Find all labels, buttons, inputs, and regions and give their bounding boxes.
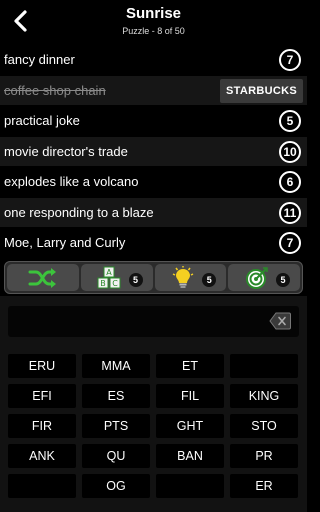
- clue-row[interactable]: fancy dinner 7: [0, 45, 307, 76]
- letter-tile[interactable]: OG: [82, 474, 150, 498]
- clue-text: one responding to a blaze: [4, 204, 154, 220]
- letter-count-badge: 7: [279, 232, 301, 254]
- solved-answer: STARBUCKS: [220, 78, 303, 103]
- clue-text: movie director's trade: [4, 143, 128, 159]
- letter-tile[interactable]: KING: [230, 384, 298, 408]
- letter-tiles: ERU MMA ET EFI ES FIL KING FIR PTS GHT S…: [8, 354, 299, 504]
- empty-tile: [156, 474, 224, 498]
- clue-list: fancy dinner 7 coffee shop chain STARBUC…: [0, 45, 307, 259]
- lightbulb-icon: [173, 265, 194, 288]
- answer-input[interactable]: [8, 306, 299, 337]
- svg-text:A: A: [106, 268, 112, 277]
- clue-row[interactable]: movie director's trade 10: [0, 136, 307, 167]
- hint-bulb-button[interactable]: 5: [154, 264, 227, 291]
- letter-blocks-icon: A B C: [97, 266, 121, 288]
- page-title: Sunrise: [125, 5, 182, 22]
- solve-target-button[interactable]: 5: [228, 264, 300, 291]
- tile-row: ANK QU BAN PR: [8, 444, 299, 468]
- letter-tile[interactable]: PR: [230, 444, 298, 468]
- shuffle-icon: [28, 267, 56, 288]
- clue-row[interactable]: explodes like a volcano 6: [0, 167, 307, 198]
- letter-tile[interactable]: ET: [156, 354, 224, 378]
- clue-text: fancy dinner: [4, 52, 75, 67]
- letter-blocks-button[interactable]: A B C 5: [80, 264, 153, 291]
- clear-input-button[interactable]: [269, 312, 291, 330]
- letter-tile[interactable]: STO: [230, 414, 298, 438]
- letter-count-badge: 10: [279, 140, 301, 163]
- empty-tile: [230, 354, 298, 378]
- letter-tile[interactable]: QU: [82, 444, 150, 468]
- tile-row: OG ER: [8, 474, 299, 498]
- letter-tile[interactable]: EFI: [8, 384, 76, 408]
- clue-row[interactable]: practical joke 5: [0, 106, 307, 137]
- puzzle-progress: Puzzle - 8 of 50: [122, 26, 185, 36]
- letter-tile[interactable]: ANK: [8, 444, 76, 468]
- hint-toolbar: A B C 5 5 5: [4, 261, 303, 294]
- clue-row[interactable]: Moe, Larry and Curly 7: [0, 228, 307, 259]
- clue-text: practical joke: [4, 113, 80, 128]
- answer-panel: ERU MMA ET EFI ES FIL KING FIR PTS GHT S…: [0, 296, 307, 512]
- svg-text:B: B: [100, 279, 106, 288]
- letter-count-badge: 11: [279, 201, 301, 224]
- empty-tile: [8, 474, 76, 498]
- letter-tile[interactable]: ES: [82, 384, 150, 408]
- clue-text: coffee shop chain: [4, 82, 106, 98]
- letter-tile[interactable]: MMA: [82, 354, 150, 378]
- letter-tile[interactable]: BAN: [156, 444, 224, 468]
- clue-text: explodes like a volcano: [4, 174, 139, 189]
- letter-count-badge: 7: [279, 49, 301, 71]
- tile-row: ERU MMA ET: [8, 354, 299, 378]
- letter-tile[interactable]: PTS: [82, 414, 150, 438]
- letter-count-badge: 5: [279, 110, 301, 132]
- svg-text:C: C: [112, 279, 118, 288]
- backspace-icon: [269, 312, 291, 330]
- tile-row: FIR PTS GHT STO: [8, 414, 299, 438]
- shuffle-button[interactable]: [7, 264, 79, 291]
- header: Sunrise Puzzle - 8 of 50: [0, 0, 307, 43]
- letter-tile[interactable]: FIR: [8, 414, 76, 438]
- letter-tile[interactable]: ER: [230, 474, 298, 498]
- letter-tile[interactable]: GHT: [156, 414, 224, 438]
- letter-tile[interactable]: FIL: [156, 384, 224, 408]
- letter-tile[interactable]: ERU: [8, 354, 76, 378]
- hint-bulb-count: 5: [202, 273, 217, 287]
- letter-count-badge: 6: [279, 171, 301, 193]
- target-icon: [246, 266, 268, 289]
- clue-row[interactable]: one responding to a blaze 11: [0, 197, 307, 228]
- clue-text: Moe, Larry and Curly: [4, 235, 126, 250]
- solve-target-count: 5: [276, 273, 290, 287]
- clue-row-solved[interactable]: coffee shop chain STARBUCKS: [0, 75, 307, 106]
- tile-row: EFI ES FIL KING: [8, 384, 299, 408]
- letter-blocks-count: 5: [128, 273, 143, 287]
